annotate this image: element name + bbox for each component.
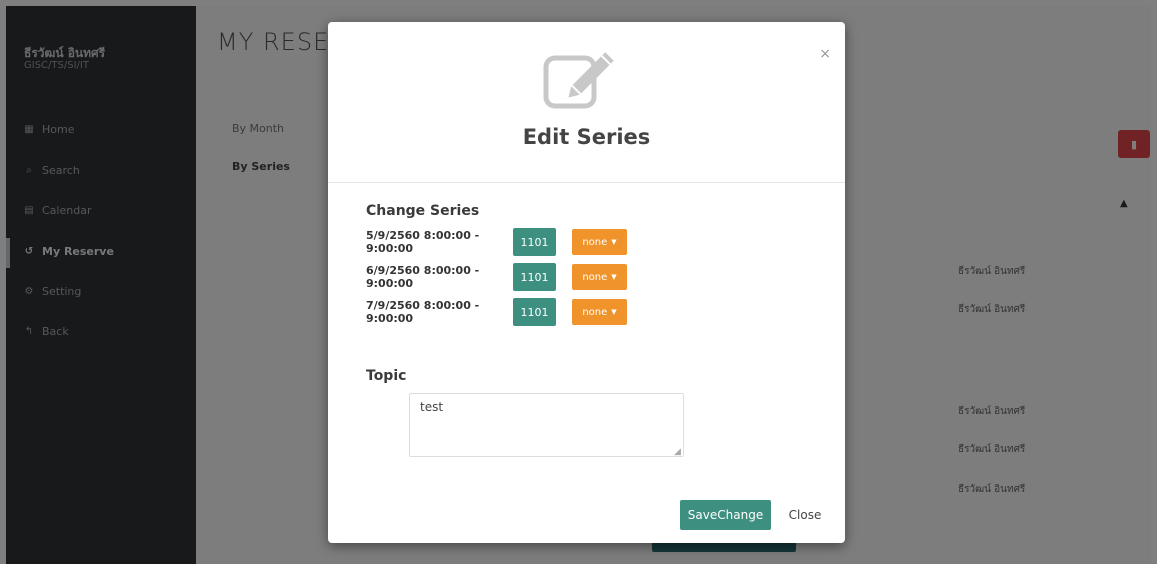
room-button[interactable]: 1101 (513, 263, 556, 291)
divider (328, 182, 845, 183)
option-dropdown-label: none (582, 306, 608, 318)
save-change-button[interactable]: SaveChange (680, 500, 771, 530)
series-row: 6/9/2560 8:00:00 - 9:00:00 1101 none ▼ (366, 263, 627, 291)
room-button[interactable]: 1101 (513, 298, 556, 326)
room-button[interactable]: 1101 (513, 228, 556, 256)
modal-title: Edit Series (522, 125, 651, 149)
resize-grip-icon[interactable]: ◢ (674, 447, 681, 457)
series-time: 5/9/2560 8:00:00 - 9:00:00 (366, 229, 480, 255)
option-dropdown[interactable]: none ▼ (572, 264, 627, 290)
option-dropdown-label: none (582, 271, 608, 283)
option-dropdown[interactable]: none ▼ (572, 229, 627, 255)
series-row: 5/9/2560 8:00:00 - 9:00:00 1101 none ▼ (366, 228, 627, 256)
close-button[interactable]: Close (778, 500, 832, 530)
option-dropdown-label: none (582, 236, 608, 248)
change-series-label: Change Series (366, 203, 480, 219)
edit-icon (543, 52, 614, 109)
series-time: 7/9/2560 8:00:00 - 9:00:00 (366, 299, 480, 325)
option-dropdown[interactable]: none ▼ (572, 299, 627, 325)
topic-label: Topic (366, 368, 407, 384)
caret-down-icon: ▼ (611, 273, 617, 281)
edit-series-modal: × Edit Series Change Series 5/9/2560 8:0… (328, 22, 845, 543)
series-time: 6/9/2560 8:00:00 - 9:00:00 (366, 264, 480, 290)
close-icon[interactable]: × (819, 46, 831, 62)
topic-textarea[interactable]: test (409, 393, 684, 457)
caret-down-icon: ▼ (611, 308, 617, 316)
caret-down-icon: ▼ (611, 238, 617, 246)
series-row: 7/9/2560 8:00:00 - 9:00:00 1101 none ▼ (366, 298, 627, 326)
